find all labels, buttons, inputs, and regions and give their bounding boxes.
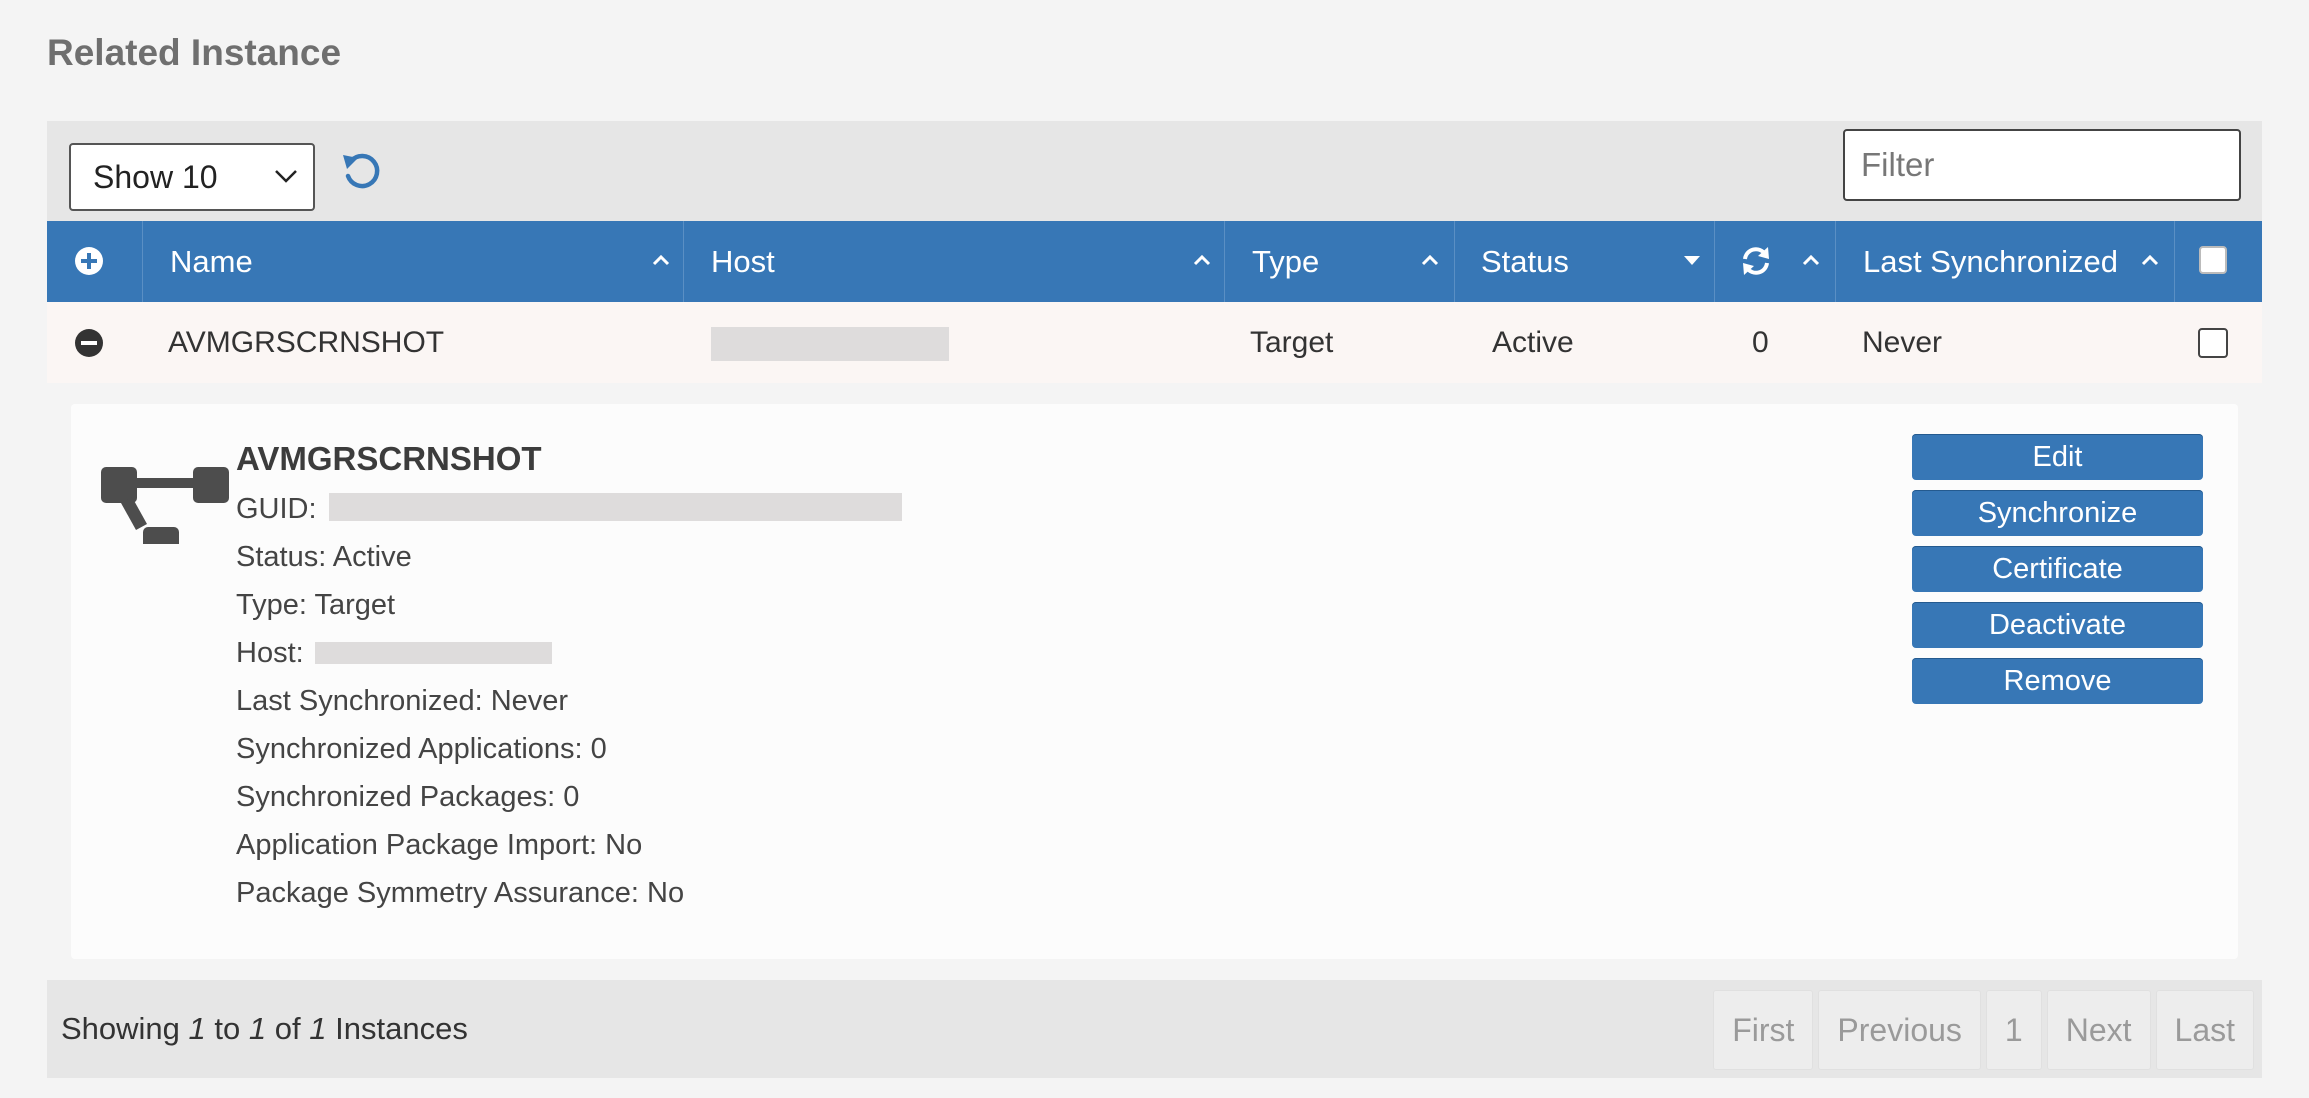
range-start: 1 <box>188 1011 206 1046</box>
detail-host: Host: <box>236 637 304 670</box>
column-header-type[interactable]: Type <box>1225 221 1455 302</box>
detail-package-symmetry-assurance: Package Symmetry Assurance: No <box>236 877 685 909</box>
minus-circle-icon[interactable] <box>74 328 104 358</box>
page-size-select[interactable]: Show 10 <box>69 143 315 211</box>
hierarchy-icon <box>101 467 229 544</box>
sort-up-icon <box>1421 254 1439 266</box>
unit-label: Instances <box>335 1011 468 1046</box>
table-toolbar: Show 10 <box>47 121 2262 221</box>
synchronize-button[interactable]: Synchronize <box>1912 490 2203 536</box>
table-header: Name Host Type Status Last Synchronized <box>47 221 2262 302</box>
sort-down-icon <box>1684 256 1700 265</box>
redacted-host-detail <box>315 642 552 664</box>
instance-detail-panel: AVMGRSCRNSHOT GUID: Status: Active Type:… <box>71 404 2238 959</box>
pagination-info: Showing 1 to 1 of 1 Instances <box>61 980 468 1078</box>
of-label: of <box>274 1011 301 1046</box>
detail-title: AVMGRSCRNSHOT <box>236 440 542 477</box>
detail-type: Type: Target <box>236 589 396 621</box>
table-footer: Showing 1 to 1 of 1 Instances First Prev… <box>47 980 2262 1078</box>
filter-input[interactable] <box>1843 129 2241 201</box>
sort-up-icon <box>652 254 670 266</box>
last-page-button[interactable]: Last <box>2155 990 2254 1070</box>
host-label: Host: <box>236 637 304 669</box>
total-count: 1 <box>309 1011 327 1046</box>
column-header-host[interactable]: Host <box>684 221 1225 302</box>
row-name: AVMGRSCRNSHOT <box>168 326 445 359</box>
detail-synchronized-packages: Synchronized Packages: 0 <box>236 781 580 813</box>
table-row[interactable]: AVMGRSCRNSHOT Target Active 0 Never <box>47 302 2262 383</box>
range-end: 1 <box>248 1011 267 1046</box>
to-label: to <box>214 1011 241 1046</box>
detail-last-synchronized: Last Synchronized: Never <box>236 685 569 717</box>
column-label-type: Type <box>1252 244 1320 279</box>
column-header-sync[interactable] <box>1715 221 1836 302</box>
row-status: Active <box>1492 326 1574 359</box>
sort-up-icon <box>1193 254 1211 266</box>
row-last-synchronized: Never <box>1862 326 1943 359</box>
previous-page-button[interactable]: Previous <box>1818 990 1981 1070</box>
plus-circle-icon[interactable] <box>74 246 104 276</box>
refresh-icon[interactable] <box>339 149 387 197</box>
edit-button[interactable]: Edit <box>1912 434 2203 480</box>
page-size-label: Show 10 <box>93 159 218 195</box>
select-all-checkbox[interactable] <box>2199 246 2227 274</box>
column-label-last-synchronized: Last Synchronized <box>1863 244 2119 279</box>
row-checkbox[interactable] <box>2198 328 2228 358</box>
column-header-name[interactable]: Name <box>143 221 684 302</box>
column-label-name: Name <box>170 244 253 279</box>
instance-actions: Edit Synchronize Certificate Deactivate … <box>1912 434 2203 714</box>
redacted-host <box>711 327 949 361</box>
sort-up-icon <box>2141 254 2159 266</box>
showing-label: Showing <box>61 1011 180 1046</box>
detail-synchronized-applications: Synchronized Applications: 0 <box>236 733 607 765</box>
detail-status: Status: Active <box>236 541 412 573</box>
row-type: Target <box>1250 326 1334 359</box>
column-header-status[interactable]: Status <box>1455 221 1715 302</box>
page-1-button[interactable]: 1 <box>1985 990 2042 1070</box>
deactivate-button[interactable]: Deactivate <box>1912 602 2203 648</box>
guid-label: GUID: <box>236 493 317 525</box>
page-title: Related Instance <box>47 32 342 73</box>
pagination: First Previous 1 Next Last <box>1708 990 2254 1070</box>
chevron-down-icon <box>275 170 297 183</box>
sort-up-icon <box>1802 254 1820 266</box>
column-header-last-synchronized[interactable]: Last Synchronized <box>1836 221 2175 302</box>
certificate-button[interactable]: Certificate <box>1912 546 2203 592</box>
first-page-button[interactable]: First <box>1713 990 1814 1070</box>
column-label-host: Host <box>711 244 775 279</box>
sync-icon <box>1743 247 1769 275</box>
remove-button[interactable]: Remove <box>1912 658 2203 704</box>
detail-application-package-import: Application Package Import: No <box>236 829 643 861</box>
detail-guid: GUID: <box>236 493 317 526</box>
next-page-button[interactable]: Next <box>2046 990 2151 1070</box>
expand-all-header[interactable] <box>47 221 143 302</box>
redacted-guid <box>329 493 902 521</box>
row-sync-count: 0 <box>1752 326 1769 359</box>
column-label-status: Status <box>1481 244 1569 279</box>
